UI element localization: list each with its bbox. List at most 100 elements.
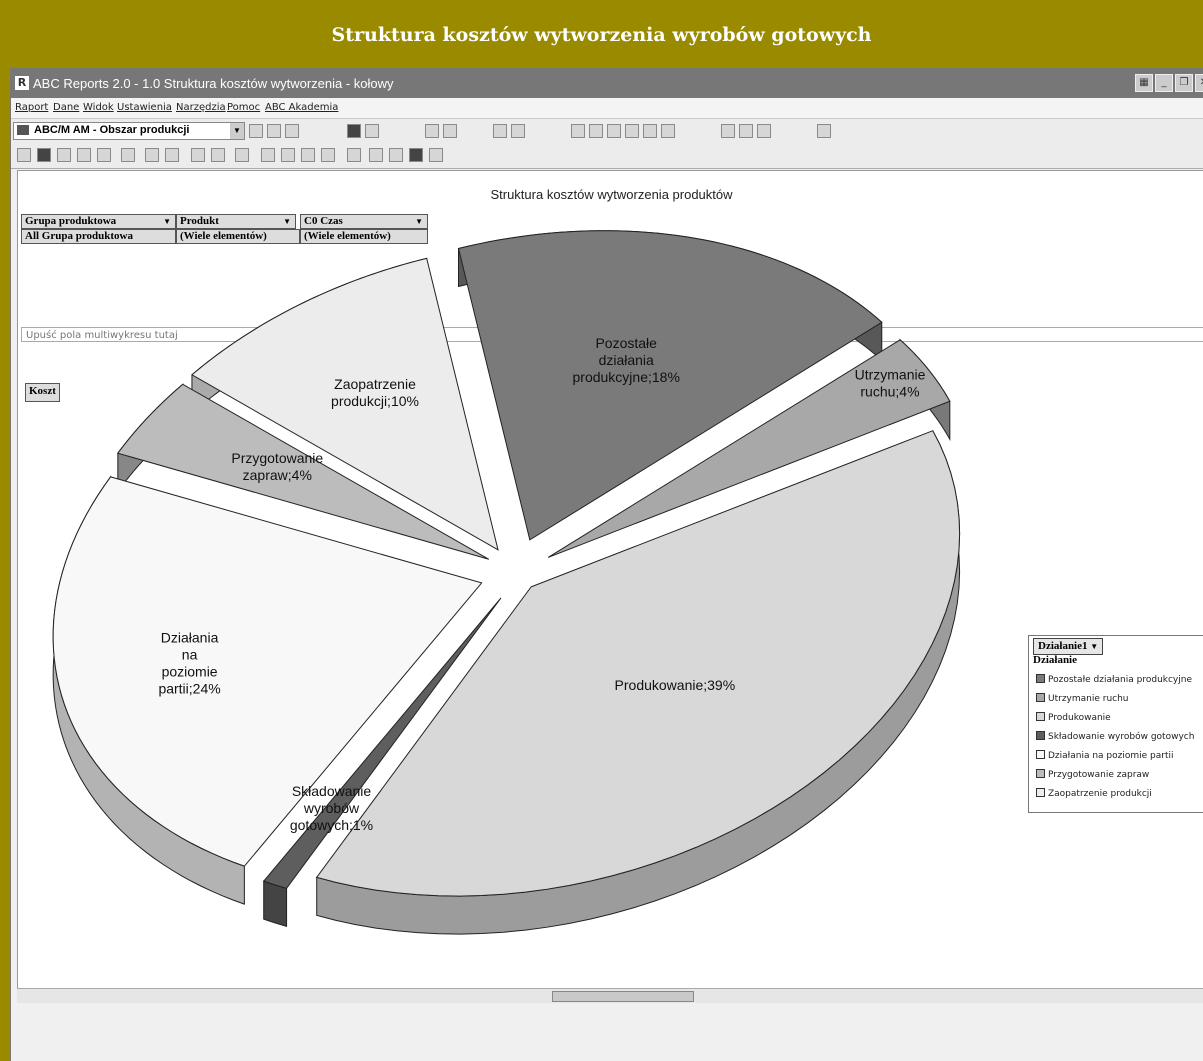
print-icon[interactable] [425, 124, 439, 138]
legend-item: Pozostałe działania produkcyjne [1036, 674, 1192, 685]
menu-narzedzia[interactable]: Narzędzia [176, 102, 226, 113]
layout-icon[interactable] [17, 148, 31, 162]
legend-label: Przygotowanie zapraw [1048, 770, 1150, 780]
sum-icon[interactable] [235, 148, 249, 162]
grid-icon[interactable]: ▦ [1135, 74, 1153, 92]
legend-swatch [1036, 674, 1045, 683]
banner-title: Struktura kosztów wytworzenia wyrobów go… [331, 24, 872, 46]
model-icon [17, 125, 29, 135]
restore-button[interactable]: ❐ [1175, 74, 1193, 92]
print-preview-icon[interactable] [443, 124, 457, 138]
undo-icon[interactable] [57, 148, 71, 162]
column-chart-icon[interactable] [643, 124, 657, 138]
save-icon[interactable] [347, 124, 361, 138]
pie-slice-label: Produkowanie;39% [615, 677, 736, 693]
minimize-button[interactable]: _ [1155, 74, 1173, 92]
legend-item: Składowanie wyrobów gotowych [1036, 731, 1194, 742]
legend-swatch [1036, 693, 1045, 702]
scrollbar-thumb[interactable] [552, 991, 694, 1002]
spreadsheet-icon[interactable] [661, 124, 675, 138]
filter-icon[interactable] [191, 148, 205, 162]
left-accent-strip [0, 68, 10, 1061]
sort-descending-icon[interactable] [165, 148, 179, 162]
menu-bar: Raport Dane Widok Ustawienia Narzędzia P… [11, 98, 1203, 118]
legend-swatch [1036, 769, 1045, 778]
toolbar-standard: ABC/M AM - Obszar produkcji ▼ [11, 118, 1203, 144]
bar-chart-3-icon[interactable] [607, 124, 621, 138]
comment-icon[interactable] [365, 124, 379, 138]
help-icon[interactable] [429, 148, 443, 162]
new-icon[interactable] [249, 124, 263, 138]
status-bar [11, 1004, 1203, 1061]
legend-label: Utrzymanie ruchu [1048, 694, 1129, 704]
legend-label: Pozostałe działania produkcyjne [1048, 675, 1193, 685]
sort-ascending-icon[interactable] [145, 148, 159, 162]
expand-icon[interactable] [261, 148, 275, 162]
legend-item: Przygotowanie zapraw [1036, 769, 1149, 780]
app-icon[interactable]: R [15, 76, 29, 90]
paste-icon[interactable] [121, 148, 135, 162]
pie-slice-label: Działania na poziomie partii;24% [158, 629, 220, 696]
legend-label: Składowanie wyrobów gotowych [1048, 732, 1195, 742]
report-icon[interactable] [721, 124, 735, 138]
legend-field-button[interactable]: Działanie1 ▼ [1033, 638, 1104, 655]
pie-slice-label: Zaopatrzenie produkcji;10% [331, 376, 419, 409]
chart-type-icon[interactable] [409, 148, 423, 162]
legend-label: Działania na poziomie partii [1048, 751, 1174, 761]
model-select[interactable]: ABC/M AM - Obszar produkcji ▼ [13, 122, 245, 140]
legend: Działanie1 ▼ Działanie Pozostałe działan… [1028, 635, 1203, 813]
legend-swatch [1036, 712, 1045, 721]
menu-widok[interactable]: Widok [83, 102, 114, 113]
collapse-icon[interactable] [281, 148, 295, 162]
drill-down-icon[interactable] [301, 148, 315, 162]
export-icon[interactable] [757, 124, 771, 138]
menu-dane[interactable]: Dane [53, 102, 79, 113]
toolbar-pivot [11, 142, 1203, 169]
area-chart-icon[interactable] [37, 148, 51, 162]
legend-swatch [1036, 750, 1045, 759]
properties-icon[interactable] [347, 148, 361, 162]
bar-chart-icon[interactable] [571, 124, 585, 138]
drill-up-icon[interactable] [321, 148, 335, 162]
table-icon[interactable] [267, 124, 281, 138]
legend-label: Produkowanie [1048, 713, 1111, 723]
chevron-down-icon[interactable]: ▼ [230, 123, 244, 139]
legend-item: Utrzymanie ruchu [1036, 693, 1129, 704]
menu-raport[interactable]: Raport [15, 102, 48, 113]
filter-clear-icon[interactable] [211, 148, 225, 162]
legend-subheader: Działanie [1033, 654, 1077, 666]
legend-item: Działania na poziomie partii [1036, 750, 1173, 761]
horizontal-scrollbar[interactable] [17, 988, 1203, 1003]
menu-abc-akademia[interactable]: ABC Akademia [265, 102, 338, 113]
window-title: ABC Reports 2.0 - 1.0 Struktura kosztów … [33, 76, 394, 91]
pie-slice-label: Utrzymanie ruchu;4% [855, 366, 926, 399]
chart-cols-icon[interactable] [511, 124, 525, 138]
bar-chart-2-icon[interactable] [589, 124, 603, 138]
open-icon[interactable] [285, 124, 299, 138]
field-list-icon[interactable] [369, 148, 383, 162]
app-window: R ABC Reports 2.0 - 1.0 Struktura kosztó… [10, 68, 1203, 1061]
chart-rows-icon[interactable] [493, 124, 507, 138]
form-icon[interactable] [739, 124, 753, 138]
chart-area: Struktura kosztów wytworzenia produktów … [17, 170, 1203, 990]
chart-field-icon[interactable] [389, 148, 403, 162]
pie-slice-side [263, 880, 288, 928]
legend-item: Produkowanie [1036, 712, 1111, 723]
title-bar: R ABC Reports 2.0 - 1.0 Struktura kosztó… [11, 68, 1203, 98]
close-button[interactable]: ✕ [1195, 74, 1203, 92]
grid-chart-icon[interactable] [625, 124, 639, 138]
pie-chart: Pozostałe działania produkcyjne;18% Utrzyma… [52, 230, 961, 935]
chevron-down-icon[interactable]: ▼ [1090, 642, 1098, 651]
legend-label: Zaopatrzenie produkcji [1048, 789, 1152, 799]
banner: Struktura kosztów wytworzenia wyrobów go… [0, 0, 1203, 68]
pie-slice-label: Przygotowanie zapraw;4% [231, 450, 323, 483]
model-label: ABC/M AM - Obszar produkcji [34, 124, 190, 136]
menu-ustawienia[interactable]: Ustawienia [117, 102, 172, 113]
legend-item: Zaopatrzenie produkcji [1036, 788, 1152, 799]
copy-icon[interactable] [97, 148, 111, 162]
legend-field-label: Działanie1 [1038, 640, 1088, 652]
r-icon[interactable] [817, 124, 831, 138]
delete-icon[interactable] [77, 148, 91, 162]
legend-swatch [1036, 731, 1045, 740]
menu-pomoc[interactable]: Pomoc [227, 102, 260, 113]
